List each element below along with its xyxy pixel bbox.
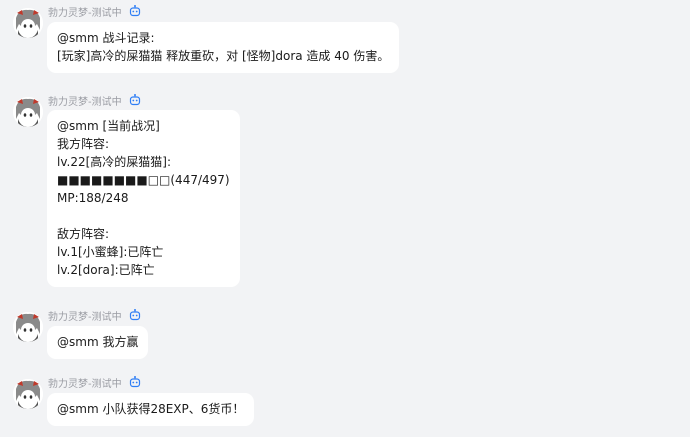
bot-badge-icon: [129, 309, 141, 321]
avatar-anime-girl-icon[interactable]: [13, 379, 43, 409]
message-bubble[interactable]: @smm 战斗记录: [玩家]高冷的屎猫猫 释放重砍，对 [怪物]dora 造成 …: [47, 22, 400, 73]
sender-row: 勃力灵梦-测试中: [48, 93, 141, 108]
avatar-anime-girl-icon[interactable]: [13, 97, 43, 127]
sender-name[interactable]: 勃力灵梦-测试中: [48, 4, 122, 19]
bot-badge-icon: [129, 5, 141, 17]
avatar-anime-girl-icon[interactable]: [13, 312, 43, 342]
message-line: @smm 我方赢: [57, 335, 139, 349]
message-line: @smm [当前战况]: [57, 119, 160, 133]
message-line: MP:188/248: [57, 191, 129, 205]
bot-badge-icon: [129, 376, 141, 388]
sender-name[interactable]: 勃力灵梦-测试中: [48, 308, 122, 323]
message-bubble[interactable]: @smm 我方赢: [47, 326, 149, 359]
message-line: lv.2[dora]:已阵亡: [57, 263, 155, 277]
hp-bar-line: ■■■■■■■■□□(447/497): [57, 173, 230, 187]
chat-message-list[interactable]: 勃力灵梦-测试中 @smm 战斗记录: [玩家]高冷的屎猫猫 释放重砍，对 [怪物…: [0, 0, 690, 437]
sender-name[interactable]: 勃力灵梦-测试中: [48, 375, 122, 390]
message-line: @smm 战斗记录:: [57, 31, 155, 45]
avatar-anime-girl-icon[interactable]: [13, 8, 43, 38]
message-bubble[interactable]: @smm [当前战况] 我方阵容: lv.22[高冷的屎猫猫]: ■■■■■■■■□□…: [47, 110, 240, 287]
message-bubble[interactable]: @smm 小队获得28EXP、6货币！: [47, 393, 255, 426]
sender-row: 勃力灵梦-测试中: [48, 308, 141, 323]
sender-name[interactable]: 勃力灵梦-测试中: [48, 93, 122, 108]
message-line: lv.1[小蜜蜂]:已阵亡: [57, 245, 164, 259]
bot-badge-icon: [129, 94, 141, 106]
message-line: @smm 小队获得28EXP、6货币！: [57, 402, 245, 416]
message-line: 我方阵容:: [57, 137, 110, 151]
message-line: 敌方阵容:: [57, 227, 110, 241]
message-line: lv.22[高冷的屎猫猫]:: [57, 155, 171, 169]
message-line: [57, 207, 230, 225]
sender-row: 勃力灵梦-测试中: [48, 4, 141, 19]
message-line: [玩家]高冷的屎猫猫 释放重砍，对 [怪物]dora 造成 40 伤害。: [57, 49, 390, 63]
sender-row: 勃力灵梦-测试中: [48, 375, 141, 390]
